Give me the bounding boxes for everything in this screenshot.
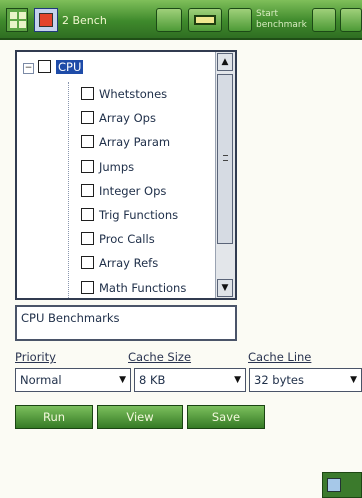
scroll-up-icon[interactable]: ▲: [217, 53, 233, 71]
tree-node[interactable]: Integer Ops: [81, 182, 166, 200]
checkbox[interactable]: [81, 208, 94, 221]
checkbox[interactable]: [81, 135, 94, 148]
tree-node-label: Array Refs: [99, 256, 159, 270]
tree-node-label: Array Ops: [99, 111, 156, 125]
grid-icon[interactable]: [6, 8, 28, 32]
tree-connector: [68, 82, 70, 298]
tree-node[interactable]: Array Param: [81, 133, 170, 151]
priority-value: Normal: [20, 373, 62, 387]
tree-node-root[interactable]: CPU: [38, 58, 84, 76]
app-title[interactable]: 2 Bench: [62, 12, 142, 30]
cache-size-label: Cache Size: [128, 350, 192, 364]
tree-node-label: Array Param: [99, 135, 171, 149]
tree-node[interactable]: Trig Functions: [81, 206, 178, 224]
save-button[interactable]: Save: [187, 405, 265, 429]
tree-node[interactable]: Whetstones: [81, 85, 167, 103]
chevron-down-icon[interactable]: ▼: [350, 369, 357, 391]
cache-size-value: 8 KB: [139, 373, 166, 387]
tree-node-label: Trig Functions: [99, 208, 179, 222]
priority-select[interactable]: Normal ▼: [15, 368, 131, 392]
cache-line-value: 32 bytes: [254, 373, 304, 387]
scroll-down-icon[interactable]: ▼: [217, 279, 233, 297]
checkbox[interactable]: [81, 281, 94, 294]
tree-node[interactable]: Math Functions: [81, 279, 186, 297]
checkbox[interactable]: [81, 160, 94, 173]
tool-icon[interactable]: [228, 8, 252, 32]
tree-node-label: CPU: [56, 60, 84, 74]
run-icon[interactable]: [312, 8, 336, 32]
scroll-thumb[interactable]: [217, 74, 233, 244]
checkbox[interactable]: [81, 256, 94, 269]
vertical-scrollbar[interactable]: ▲ ▼: [215, 52, 235, 298]
top-toolbar: 2 Bench Start benchmark: [0, 0, 362, 40]
tree-node[interactable]: Jumps: [81, 158, 134, 176]
collapse-icon[interactable]: −: [23, 63, 34, 74]
cache-size-select[interactable]: 8 KB ▼: [134, 368, 246, 392]
checkbox[interactable]: [38, 60, 51, 73]
doc-icon[interactable]: [156, 8, 182, 32]
benchmark-tree[interactable]: − CPU Whetstones Array Ops Array Param J…: [15, 50, 237, 300]
priority-label: Priority: [15, 350, 56, 364]
checkbox[interactable]: [81, 111, 94, 124]
toolbar-button-label[interactable]: Start benchmark: [256, 9, 308, 33]
cache-line-label: Cache Line: [248, 350, 312, 364]
tray-icon[interactable]: [322, 472, 362, 498]
tree-list: − CPU Whetstones Array Ops Array Param J…: [17, 52, 215, 298]
tree-node-label: Whetstones: [99, 87, 168, 101]
tree-node[interactable]: Proc Calls: [81, 230, 155, 248]
app-icon[interactable]: [34, 8, 58, 32]
chevron-down-icon[interactable]: ▼: [234, 369, 241, 391]
tree-node-label: Proc Calls: [99, 232, 155, 246]
tree-node[interactable]: Array Refs: [81, 254, 158, 272]
cache-line-select[interactable]: 32 bytes ▼: [249, 368, 362, 392]
next-icon[interactable]: [340, 8, 362, 32]
description-field[interactable]: CPU Benchmarks: [15, 305, 237, 341]
chevron-down-icon[interactable]: ▼: [119, 369, 126, 391]
run-button[interactable]: Run: [15, 405, 93, 429]
checkbox[interactable]: [81, 184, 94, 197]
tree-node-label: Jumps: [99, 160, 135, 174]
checkbox[interactable]: [81, 232, 94, 245]
tree-node-label: Integer Ops: [99, 184, 167, 198]
tree-node-label: Math Functions: [99, 281, 187, 295]
rectangle-icon[interactable]: [188, 8, 222, 32]
checkbox[interactable]: [81, 87, 94, 100]
view-button[interactable]: View: [97, 405, 183, 429]
tree-node[interactable]: Array Ops: [81, 109, 156, 127]
